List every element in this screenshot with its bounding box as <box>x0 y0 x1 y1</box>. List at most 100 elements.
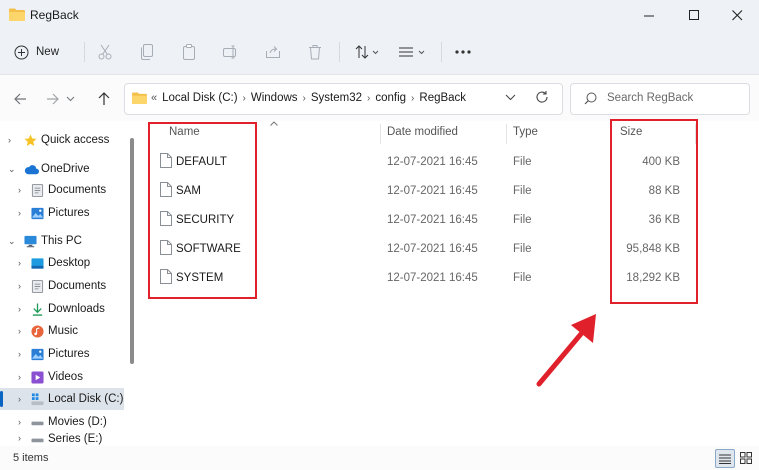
chevron-right-icon[interactable]: › <box>18 258 21 268</box>
chevron-right-icon[interactable]: › <box>18 304 21 314</box>
new-button[interactable]: New <box>14 38 74 66</box>
delete-button[interactable] <box>302 38 328 66</box>
chevron-right-icon[interactable]: › <box>303 93 306 104</box>
back-button[interactable] <box>8 87 32 111</box>
file-date: 12-07-2021 16:45 <box>387 156 478 168</box>
sidebar-item-label: This PC <box>41 235 82 247</box>
column-header-date-modified[interactable]: Date modified <box>387 126 458 138</box>
recent-locations-button[interactable] <box>60 87 80 111</box>
sidebar-item-onedrive[interactable]: ⌄ OneDrive <box>0 158 124 180</box>
chevron-right-icon[interactable]: › <box>18 349 21 359</box>
sidebar-item-label: Downloads <box>48 303 105 315</box>
up-button[interactable] <box>92 87 116 111</box>
share-button[interactable] <box>260 38 286 66</box>
annotation-arrow-icon <box>536 314 596 387</box>
file-type: File <box>513 214 532 226</box>
maximize-button[interactable] <box>672 0 716 30</box>
sidebar-item-label: OneDrive <box>41 163 90 175</box>
file-date: 12-07-2021 16:45 <box>387 272 478 284</box>
paste-button[interactable] <box>176 38 202 66</box>
close-icon <box>731 9 742 20</box>
breadcrumb-item[interactable]: RegBack <box>419 92 466 104</box>
chevron-down-icon <box>66 96 74 102</box>
file-date: 12-07-2021 16:45 <box>387 243 478 255</box>
view-button[interactable] <box>395 38 429 66</box>
status-bar: 5 items <box>0 446 759 470</box>
sort-icon <box>355 45 379 59</box>
chevron-right-icon[interactable]: › <box>18 417 21 427</box>
sidebar-item-label: Series (E:) <box>48 433 103 445</box>
sidebar-item-local-disk-c[interactable]: › Local Disk (C:) <box>0 388 124 410</box>
sidebar-item-pictures[interactable]: › Pictures <box>0 343 124 365</box>
column-divider[interactable] <box>380 124 381 144</box>
arrow-up-icon <box>98 92 110 105</box>
sidebar-scrollbar[interactable] <box>130 138 134 364</box>
drive-icon <box>31 421 44 425</box>
address-dropdown-button[interactable] <box>505 92 516 104</box>
chevron-right-icon[interactable]: › <box>18 394 21 404</box>
column-header-type[interactable]: Type <box>513 126 538 138</box>
refresh-button[interactable] <box>535 90 549 107</box>
more-button[interactable] <box>450 38 476 66</box>
scissors-icon <box>98 44 112 60</box>
arrow-left-icon <box>13 93 26 105</box>
sidebar-item-label: Documents <box>48 280 107 292</box>
sidebar-item-downloads[interactable]: › Downloads <box>0 298 124 320</box>
breadcrumb-item[interactable]: config <box>375 92 406 104</box>
breadcrumb: « Local Disk (C:) › Windows › System32 ›… <box>151 92 471 104</box>
selection-indicator <box>0 391 3 407</box>
search-icon <box>584 92 597 105</box>
chevron-right-icon[interactable]: › <box>18 208 21 218</box>
size-column-highlight <box>610 119 698 304</box>
new-button-label: New <box>36 46 60 58</box>
chevron-down-icon[interactable]: ⌄ <box>8 236 16 247</box>
sidebar-item-music[interactable]: › Music <box>0 320 124 342</box>
chevron-right-icon[interactable]: › <box>243 93 246 104</box>
toolbar-divider <box>84 42 85 62</box>
breadcrumb-item[interactable]: Local Disk (C:) <box>162 92 237 104</box>
sidebar-item-pictures[interactable]: › Pictures <box>0 202 124 224</box>
pictures-icon <box>31 348 44 360</box>
column-divider[interactable] <box>506 124 507 144</box>
chevron-right-icon[interactable]: › <box>18 372 21 382</box>
sidebar-item-quick-access[interactable]: › Quick access <box>0 129 124 151</box>
sidebar-item-desktop[interactable]: › Desktop <box>0 252 124 274</box>
address-bar[interactable]: « Local Disk (C:) › Windows › System32 ›… <box>124 83 563 115</box>
minimize-button[interactable] <box>627 0 671 30</box>
rename-button[interactable] <box>218 38 244 66</box>
chevron-right-icon[interactable]: › <box>18 433 21 443</box>
large-icons-view-button[interactable] <box>737 449 755 466</box>
chevron-down-icon[interactable]: ⌄ <box>8 164 16 175</box>
file-type: File <box>513 272 532 284</box>
chevron-right-icon[interactable]: › <box>18 185 21 195</box>
chevron-right-icon[interactable]: › <box>8 135 11 145</box>
sidebar-item-documents[interactable]: › Documents <box>0 275 124 297</box>
chevron-right-icon[interactable]: › <box>18 281 21 291</box>
chevron-right-icon[interactable]: › <box>367 93 370 104</box>
details-view-button[interactable] <box>715 449 735 468</box>
breadcrumb-item[interactable]: Windows <box>251 92 298 104</box>
window-title: RegBack <box>30 8 79 22</box>
sort-button[interactable] <box>350 38 384 66</box>
file-type: File <box>513 156 532 168</box>
more-icon <box>455 50 471 54</box>
sidebar-item-videos[interactable]: › Videos <box>0 366 124 388</box>
sidebar-item-documents[interactable]: › Documents <box>0 179 124 201</box>
sidebar-item-this-pc[interactable]: ⌄ This PC <box>0 230 124 252</box>
close-button[interactable] <box>715 0 759 30</box>
chevron-right-icon[interactable]: › <box>18 326 21 336</box>
maximize-icon <box>688 9 699 20</box>
cut-button[interactable] <box>92 38 118 66</box>
sidebar-item-label: Local Disk (C:) <box>48 393 124 405</box>
copy-button[interactable] <box>134 38 160 66</box>
sidebar-item-movies-d[interactable]: › Movies (D:) <box>0 411 124 433</box>
breadcrumb-item[interactable]: System32 <box>311 92 362 104</box>
chevron-right-icon[interactable]: › <box>411 93 414 104</box>
search-box[interactable]: Search RegBack <box>570 83 750 115</box>
minimize-icon <box>643 15 654 16</box>
sidebar-item-series-e[interactable]: › Series (E:) <box>0 433 124 446</box>
clipboard-icon <box>183 44 195 60</box>
toolbar-divider <box>441 42 442 62</box>
toolbar-divider <box>339 42 340 62</box>
overflow-chevron-icon[interactable]: « <box>151 92 157 104</box>
